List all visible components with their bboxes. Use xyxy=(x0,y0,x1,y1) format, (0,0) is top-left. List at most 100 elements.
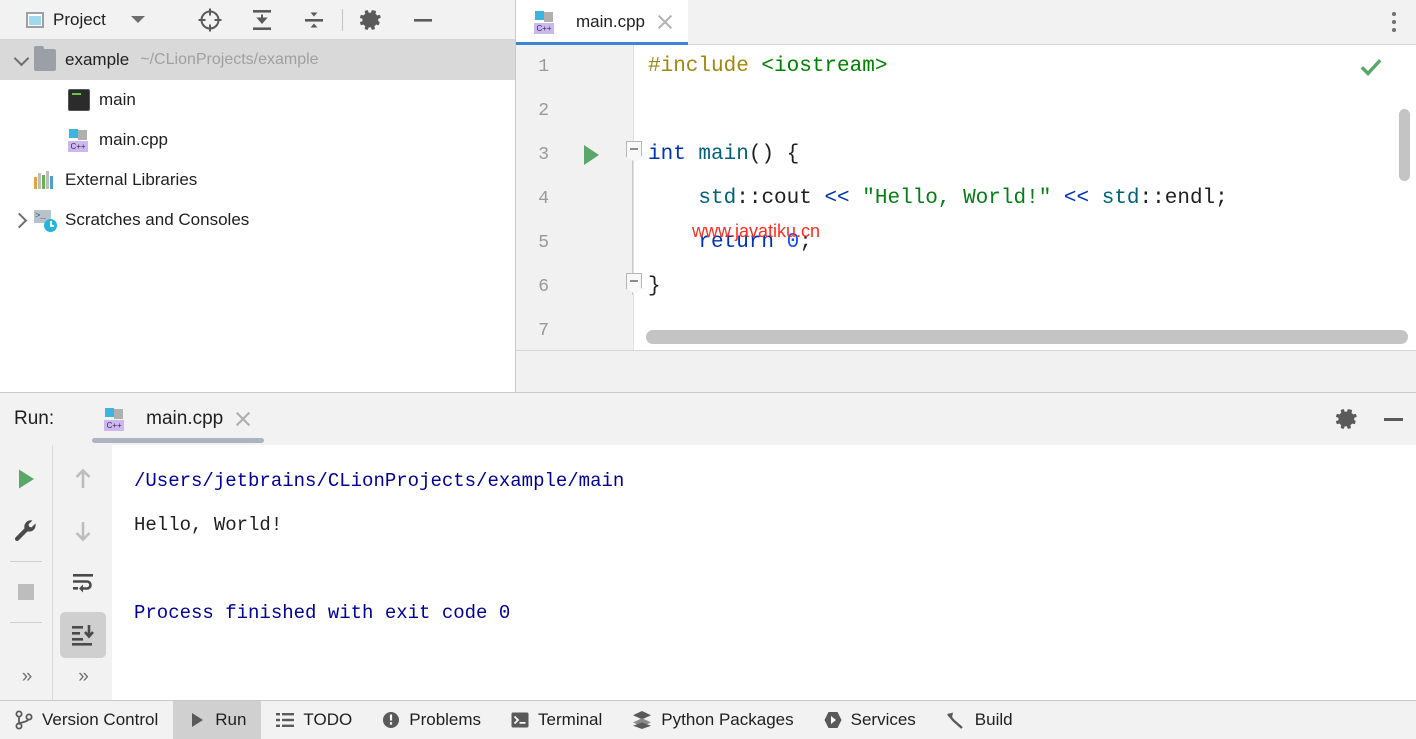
libraries-icon xyxy=(34,169,56,191)
expand-icon[interactable]: » xyxy=(78,666,88,700)
run-tool-window: Run: C++ main.cpp » » /Users/jetbrains/C… xyxy=(0,392,1416,700)
build-icon xyxy=(946,710,966,730)
watermark-text: www.javatiku.cn xyxy=(692,221,821,241)
editor-gutter[interactable]: 1 2 3 4 5 6 7 xyxy=(516,45,642,350)
editor-footer-strip xyxy=(516,350,1416,392)
project-panel-header: Project xyxy=(0,0,515,40)
terminal-icon xyxy=(511,711,529,729)
cpp-file-icon: C++ xyxy=(534,11,556,34)
editor-area: C++ main.cpp 1 2 3 4 5 6 7 #include <ios… xyxy=(516,0,1416,392)
run-tab-main-cpp[interactable]: C++ main.cpp xyxy=(92,393,265,445)
arrow-down-icon[interactable] xyxy=(61,505,105,557)
tabbar-spacer xyxy=(688,0,1372,44)
tree-item-scratches[interactable]: >_ Scratches and Consoles xyxy=(0,200,515,240)
tree-item-example[interactable]: example ~/CLionProjects/example xyxy=(0,40,515,80)
editor-body[interactable]: 1 2 3 4 5 6 7 #include <iostream> int ma… xyxy=(516,45,1416,350)
run-header-actions xyxy=(1334,393,1406,445)
tree-item-main-binary[interactable]: main xyxy=(0,80,515,120)
run-panel-body: » » /Users/jetbrains/CLionProjects/examp… xyxy=(0,445,1416,700)
code-line-6: } xyxy=(648,275,661,298)
stop-icon[interactable] xyxy=(4,566,48,618)
run-icon xyxy=(188,711,206,729)
statusbar-item-todo[interactable]: TODO xyxy=(261,701,367,739)
chevron-down-icon[interactable] xyxy=(130,16,145,23)
tree-item-label: example xyxy=(65,50,130,69)
line-number: 7 xyxy=(538,321,549,341)
more-options-icon[interactable] xyxy=(1372,0,1416,44)
run-toolbar-left: » xyxy=(0,445,52,700)
packages-icon xyxy=(632,710,652,730)
twisty-down-icon[interactable] xyxy=(8,50,34,66)
project-window-icon xyxy=(26,11,44,28)
gear-icon[interactable] xyxy=(345,0,397,40)
branch-icon xyxy=(15,710,33,730)
soft-wrap-icon[interactable] xyxy=(61,557,105,609)
project-panel-title: Project xyxy=(53,9,106,29)
project-tree: example ~/CLionProjects/example main C++… xyxy=(0,40,515,392)
scroll-to-end-icon[interactable] xyxy=(59,612,106,658)
statusbar-item-problems[interactable]: Problems xyxy=(367,701,496,739)
locate-icon[interactable] xyxy=(184,0,236,40)
line-number: 6 xyxy=(538,277,549,297)
editor-vertical-scrollbar[interactable] xyxy=(1399,109,1410,181)
tree-item-main-cpp[interactable]: C++ main.cpp xyxy=(0,120,515,160)
project-header-actions xyxy=(184,0,449,40)
statusbar-item-services[interactable]: Services xyxy=(809,701,931,739)
services-icon xyxy=(824,711,842,729)
expand-all-icon[interactable] xyxy=(236,0,288,40)
code-content[interactable]: #include <iostream> int main() { std::co… xyxy=(634,45,1416,350)
twisty-right-icon[interactable] xyxy=(8,212,34,228)
wrench-icon[interactable] xyxy=(4,505,48,557)
editor-tab-label: main.cpp xyxy=(576,12,645,31)
run-panel-header: Run: C++ main.cpp xyxy=(0,393,1416,445)
ok-check-icon[interactable] xyxy=(1360,57,1382,79)
top-region: Project example ~/CLionProjects/example … xyxy=(0,0,1416,392)
rerun-icon[interactable] xyxy=(4,453,48,505)
statusbar-item-run[interactable]: Run xyxy=(173,701,262,739)
statusbar-item-label: Problems xyxy=(409,710,482,729)
editor-tabbar: C++ main.cpp xyxy=(516,0,1416,45)
toolbar-divider xyxy=(341,8,343,31)
code-line-1: #include <iostream> xyxy=(648,55,888,78)
code-line-3: int main() { xyxy=(648,143,800,166)
close-icon[interactable] xyxy=(234,410,252,428)
line-number: 4 xyxy=(538,189,549,209)
line-number: 2 xyxy=(538,101,549,121)
statusbar-item-terminal[interactable]: Terminal xyxy=(496,701,617,739)
run-toolbar-right: » xyxy=(52,445,112,700)
statusbar-item-label: Build xyxy=(974,710,1013,729)
line-number: 5 xyxy=(538,233,549,253)
run-gutter-icon[interactable] xyxy=(584,145,599,165)
clion-window: Project example ~/CLionProjects/example … xyxy=(0,0,1416,739)
collapse-all-icon[interactable] xyxy=(288,0,340,40)
status-bar: Version Control Run TODO Problems Termin… xyxy=(0,700,1416,739)
console-line: /Users/jetbrains/CLionProjects/example/m… xyxy=(134,470,625,492)
run-console-output[interactable]: /Users/jetbrains/CLionProjects/example/m… xyxy=(112,445,1416,700)
close-icon[interactable] xyxy=(656,13,674,31)
tree-item-label: External Libraries xyxy=(65,170,198,189)
statusbar-item-label: TODO xyxy=(303,710,353,729)
statusbar-item-label: Terminal xyxy=(538,710,603,729)
tree-item-label: main xyxy=(99,90,136,109)
scratches-icon: >_ xyxy=(34,209,57,232)
line-number: 1 xyxy=(538,57,549,77)
statusbar-item-label: Services xyxy=(850,710,916,729)
editor-horizontal-scrollbar[interactable] xyxy=(646,330,1408,344)
folder-icon xyxy=(34,46,56,71)
tree-item-external-libraries[interactable]: External Libraries xyxy=(0,160,515,200)
editor-tab-main-cpp[interactable]: C++ main.cpp xyxy=(516,0,688,45)
cpp-file-icon: C++ xyxy=(68,129,90,152)
minimize-icon[interactable] xyxy=(397,0,449,40)
gear-icon[interactable] xyxy=(1334,406,1360,432)
line-number: 3 xyxy=(538,145,549,165)
statusbar-item-build[interactable]: Build xyxy=(931,701,1028,739)
expand-icon[interactable]: » xyxy=(22,666,32,700)
arrow-up-icon[interactable] xyxy=(61,453,105,505)
tree-item-label: Scratches and Consoles xyxy=(65,210,250,229)
statusbar-item-version-control[interactable]: Version Control xyxy=(0,701,173,739)
minimize-icon[interactable] xyxy=(1380,406,1406,432)
statusbar-item-python-packages[interactable]: Python Packages xyxy=(617,701,808,739)
cpp-file-icon: C++ xyxy=(104,408,126,431)
project-tool-window: Project example ~/CLionProjects/example … xyxy=(0,0,516,392)
